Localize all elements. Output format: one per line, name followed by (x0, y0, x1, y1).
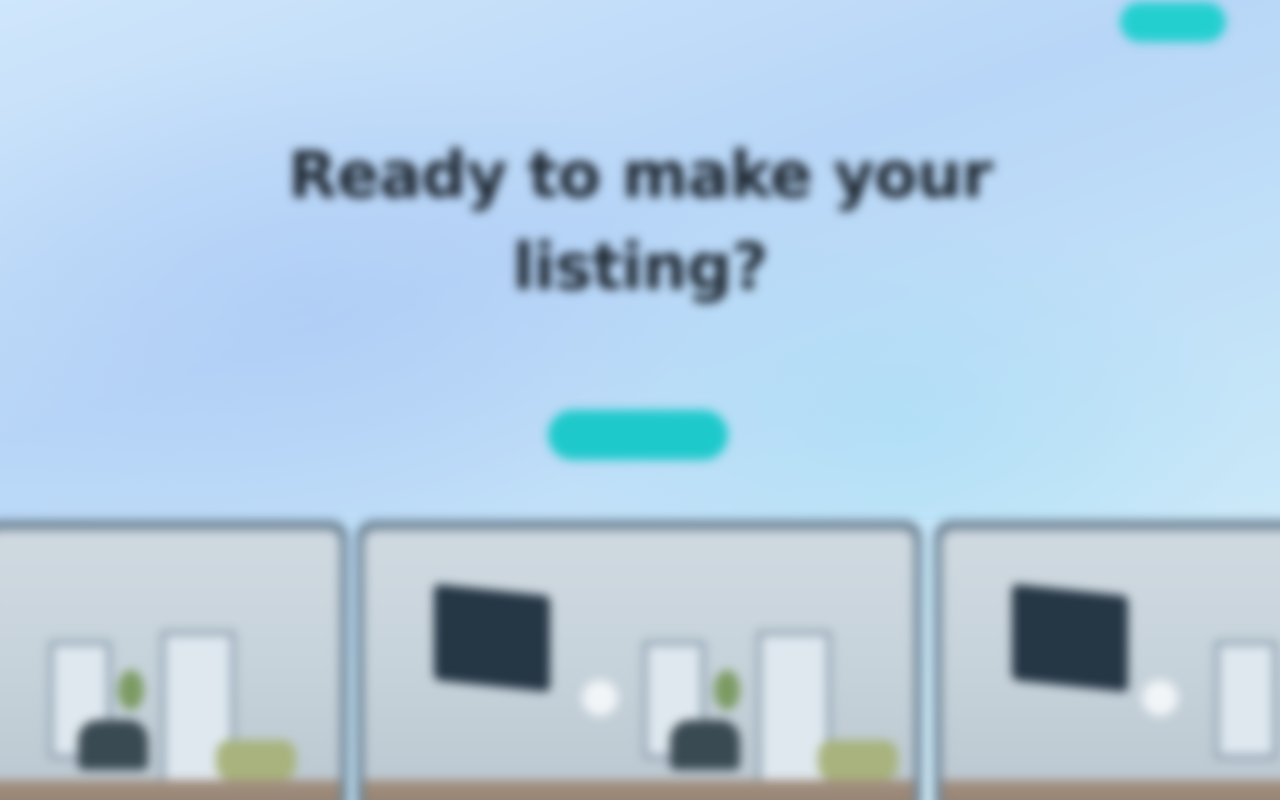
tv-shape (1012, 583, 1128, 693)
sofa-shape (818, 740, 898, 780)
listing-card[interactable] (0, 520, 348, 800)
room-photo (0, 530, 340, 800)
page-content: Ready to make your listing? (0, 0, 1280, 800)
floor-shape (0, 780, 340, 800)
window-shape (1214, 640, 1278, 760)
listing-gallery (0, 510, 1280, 800)
listing-card[interactable] (356, 520, 922, 800)
floor-shape (364, 780, 914, 800)
plant-shape (714, 670, 740, 710)
lamp-shape (1142, 680, 1178, 716)
plant-shape (118, 670, 144, 710)
chair-shape (670, 720, 740, 770)
room-photo (364, 530, 914, 800)
tv-shape (434, 583, 550, 693)
listing-card[interactable] (934, 520, 1280, 800)
lamp-shape (582, 680, 618, 716)
hero-title: Ready to make your listing? (288, 139, 993, 305)
chair-shape (78, 720, 148, 770)
header-cta-button[interactable] (1120, 2, 1226, 42)
floor-shape (942, 780, 1280, 800)
sofa-shape (216, 740, 296, 780)
room-photo (942, 530, 1280, 800)
brand-logo[interactable] (66, 6, 188, 36)
hero-cta-button[interactable] (548, 410, 728, 460)
